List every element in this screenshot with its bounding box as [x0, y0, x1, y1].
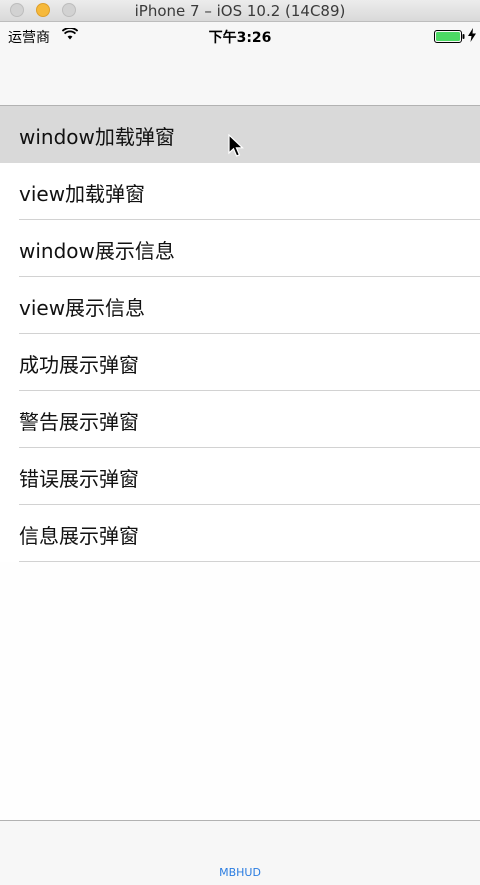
table-row[interactable]: 成功展示弹窗	[0, 334, 480, 391]
table-row[interactable]: 警告展示弹窗	[0, 391, 480, 448]
row-label: window加载弹窗	[19, 125, 175, 149]
table-view[interactable]: window加载弹窗 view加载弹窗 window展示信息 view展示信息 …	[0, 106, 480, 820]
table-row[interactable]: view加载弹窗	[0, 163, 480, 220]
row-label: view展示信息	[19, 296, 146, 320]
battery-icon	[434, 30, 465, 43]
table-row[interactable]: 错误展示弹窗	[0, 448, 480, 505]
window-title: iPhone 7 – iOS 10.2 (14C89)	[134, 2, 346, 20]
tab-bar: MBHUD	[0, 820, 480, 885]
row-label: view加载弹窗	[19, 182, 146, 206]
simulator-title-bar: iPhone 7 – iOS 10.2 (14C89)	[0, 0, 480, 22]
row-label: window展示信息	[19, 239, 175, 263]
status-time: 下午3:26	[208, 30, 272, 46]
charging-bolt-icon	[468, 28, 476, 42]
status-bar: 运营商 下午3:26	[0, 22, 480, 50]
row-label: 错误展示弹窗	[19, 467, 139, 491]
navigation-bar	[0, 50, 480, 106]
row-label: 成功展示弹窗	[19, 353, 139, 377]
row-label: 警告展示弹窗	[19, 410, 139, 434]
row-label: 信息展示弹窗	[19, 524, 139, 548]
table-row[interactable]: window展示信息	[0, 220, 480, 277]
table-row[interactable]: 信息展示弹窗	[0, 505, 480, 562]
table-row[interactable]: view展示信息	[0, 277, 480, 334]
mouse-pointer-icon	[228, 134, 244, 157]
tab-mbhud[interactable]: MBHUD	[0, 866, 480, 879]
